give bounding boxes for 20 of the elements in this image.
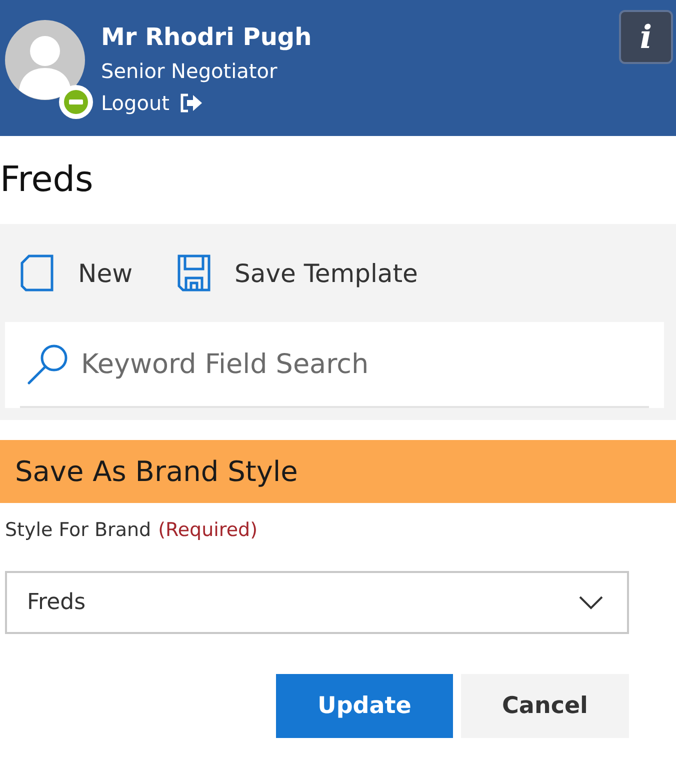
busy-status-icon	[59, 85, 93, 119]
save-template-button[interactable]: Save Template	[176, 254, 418, 292]
info-button[interactable]: i	[619, 10, 673, 64]
cancel-button[interactable]: Cancel	[461, 674, 629, 738]
search-box[interactable]: Keyword Field Search	[5, 322, 664, 408]
logout-icon	[179, 93, 204, 113]
page-title: Freds	[0, 158, 94, 202]
section-title: Save As Brand Style	[15, 455, 298, 488]
page-icon	[20, 254, 54, 292]
field-label: Style For Brand	[5, 519, 152, 541]
update-button[interactable]: Update	[276, 674, 453, 738]
chevron-down-icon	[579, 596, 603, 610]
search-icon	[27, 343, 69, 385]
brand-dropdown[interactable]: Freds	[5, 571, 629, 634]
new-button[interactable]: New	[20, 254, 133, 292]
logout-link[interactable]: Logout	[101, 88, 312, 118]
user-role: Senior Negotiator	[101, 58, 278, 85]
search-input[interactable]: Keyword Field Search	[81, 344, 649, 384]
required-note: (Required)	[158, 519, 258, 541]
user-name: Mr Rhodri Pugh	[101, 22, 312, 53]
